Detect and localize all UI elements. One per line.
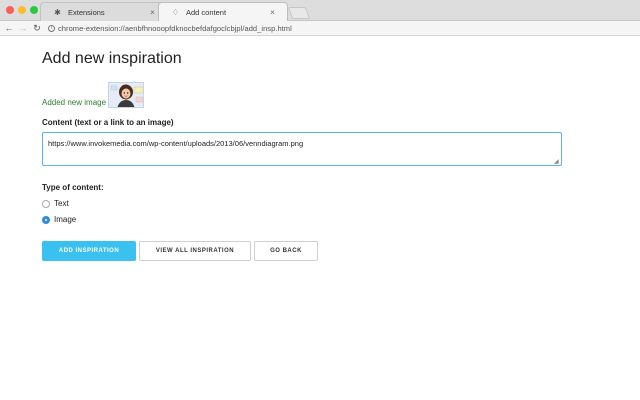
resize-grip-icon[interactable]: ◢ [554, 158, 559, 165]
browser-toolbar: ← → ↻ i chrome-extension://aenbfhnooopfd… [0, 21, 640, 36]
radio-text-label: Text [54, 199, 69, 208]
reload-icon[interactable]: ↻ [30, 23, 44, 34]
close-window-button[interactable] [6, 6, 14, 14]
type-of-content-label: Type of content: [42, 183, 104, 192]
added-image-thumbnail [108, 82, 145, 108]
radio-option-text[interactable]: Text [42, 199, 69, 208]
tab-title: Add content [186, 7, 227, 17]
radio-image-button[interactable] [42, 215, 50, 224]
bulb-icon: ♢ [171, 7, 180, 17]
add-inspiration-button[interactable]: ADD INSPIRATION [42, 241, 136, 261]
content-label: Content (text or a link to an image) [42, 118, 174, 127]
view-all-inspiration-button[interactable]: VIEW ALL INSPIRATION [139, 241, 251, 261]
content-input[interactable]: https://www.invokemedia.com/wp-content/u… [42, 132, 562, 166]
forward-arrow-icon[interactable]: → [16, 23, 30, 33]
radio-image-label: Image [54, 215, 77, 224]
radio-text-button[interactable] [42, 199, 50, 208]
close-icon[interactable]: × [148, 8, 157, 17]
page-title: Add new inspiration [42, 50, 182, 67]
maximize-window-button[interactable] [30, 6, 38, 14]
radio-option-image[interactable]: Image [42, 215, 76, 224]
tab-add-content[interactable]: ♢ Add content × [158, 2, 288, 21]
back-arrow-icon[interactable]: ← [2, 23, 16, 33]
tab-extensions[interactable]: ✱ Extensions × [40, 2, 168, 21]
close-icon[interactable]: × [268, 8, 277, 17]
added-status-text: Added new image [42, 98, 107, 107]
added-status: Added new image [42, 80, 145, 108]
url-text: chrome-extension://aenbfhnooopfdknocbefd… [58, 23, 292, 33]
puzzle-icon: ✱ [54, 7, 61, 17]
minimize-window-button[interactable] [18, 6, 26, 14]
cartoon-woman-image [109, 83, 144, 107]
go-back-button[interactable]: GO BACK [254, 241, 318, 261]
tab-strip: ✱ Extensions × ♢ Add content × [0, 0, 640, 21]
address-bar[interactable]: i chrome-extension://aenbfhnooopfdknocbe… [48, 24, 292, 33]
tab-title: Extensions [68, 7, 105, 17]
info-icon[interactable]: i [48, 24, 55, 32]
new-tab-button[interactable] [287, 7, 311, 19]
